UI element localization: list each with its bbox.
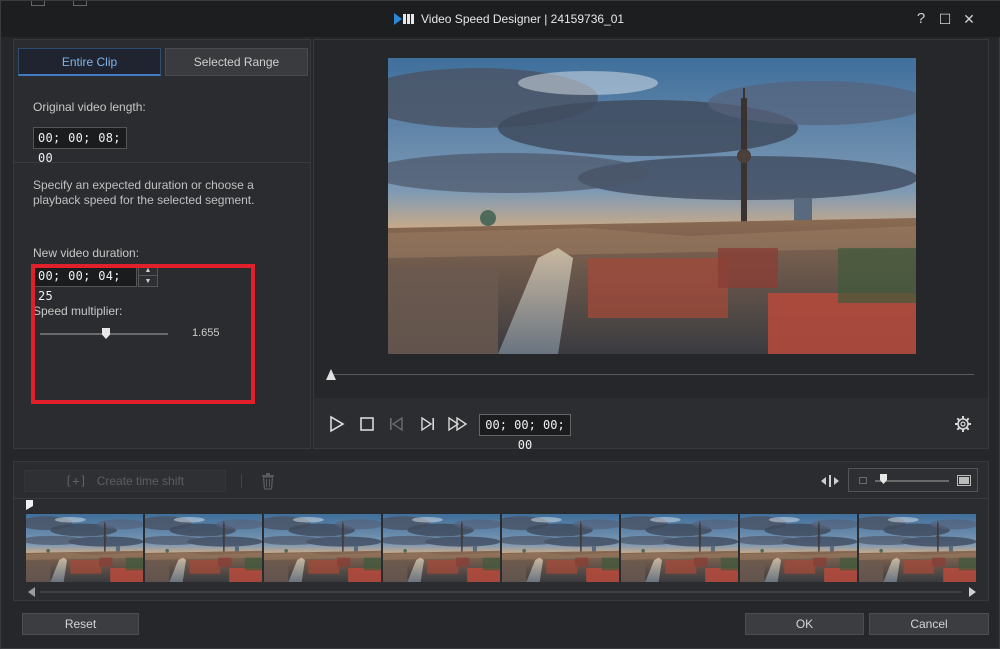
spin-down-button[interactable]: ▼ — [139, 276, 157, 286]
filmstrip-frame — [502, 514, 619, 582]
cancel-button[interactable]: Cancel — [869, 613, 989, 635]
fast-forward-icon[interactable] — [447, 415, 469, 433]
video-preview — [388, 58, 916, 354]
clip-filmstrip[interactable] — [26, 514, 976, 582]
close-button[interactable]: ✕ — [961, 11, 977, 27]
spin-up-button[interactable]: ▲ — [139, 266, 157, 276]
zoom-in-icon[interactable] — [957, 475, 971, 486]
timeline-zoom-control — [848, 468, 978, 492]
video-speed-logo-icon — [394, 13, 414, 25]
zoom-slider-thumb[interactable] — [880, 474, 887, 484]
preview-seek-bar[interactable] — [330, 374, 974, 375]
preview-timecode: 00; 00; 00; 00 — [479, 414, 571, 452]
timeline-horizontal-scrollbar[interactable] — [26, 586, 978, 598]
speed-multiplier-slider-thumb[interactable] — [102, 328, 110, 339]
create-time-shift-label: Create time shift — [96, 474, 185, 488]
duration-spinner: ▲ ▼ — [138, 265, 158, 287]
scroll-left-arrow[interactable] — [28, 587, 35, 597]
tab-selected-range[interactable]: Selected Range — [165, 48, 308, 76]
speed-multiplier-label: Speed multiplier: — [33, 304, 123, 318]
scrollbar-track[interactable] — [40, 591, 962, 593]
timeline-playhead[interactable] — [26, 500, 33, 510]
help-button[interactable]: ? — [913, 11, 929, 27]
add-time-shift-icon: [+] — [65, 474, 87, 488]
new-duration-input[interactable]: 00; 00; 04; 25 — [33, 265, 137, 303]
stop-icon[interactable] — [358, 415, 376, 433]
speed-settings-panel: Entire Clip Selected Range Original vide… — [13, 39, 311, 449]
filmstrip-frame — [145, 514, 262, 582]
window-title-group: Video Speed Designer | 24159736_01 — [393, 10, 624, 28]
next-frame-icon[interactable] — [418, 415, 436, 433]
zoom-out-icon[interactable] — [859, 477, 867, 484]
panel-divider — [14, 162, 310, 163]
create-time-shift-button[interactable]: [+] Create time shift — [24, 470, 226, 492]
trash-icon[interactable] — [260, 472, 276, 490]
toolbar-separator — [241, 474, 242, 488]
original-length-field: 00; 00; 08; 00 — [33, 127, 127, 165]
filmstrip-frame — [621, 514, 738, 582]
preview-panel: 00; 00; 00; 00 — [313, 39, 989, 452]
title-bar-edge-glyphs — [31, 1, 111, 7]
ok-button[interactable]: OK — [745, 613, 864, 635]
previous-frame-icon[interactable] — [388, 415, 406, 433]
filmstrip-frame — [859, 514, 976, 582]
filmstrip-frame — [26, 514, 143, 582]
new-duration-label: New video duration: — [33, 246, 140, 260]
tab-entire-clip[interactable]: Entire Clip — [18, 48, 161, 76]
video-speed-designer-window: Video Speed Designer | 24159736_01 ? ☐ ✕… — [0, 0, 1000, 649]
title-bar: Video Speed Designer | 24159736_01 ? ☐ ✕ — [1, 1, 1000, 37]
filmstrip-frame — [383, 514, 500, 582]
timeline-panel: [+] Create time shift — [13, 461, 989, 601]
duration-description: Specify an expected duration or choose a… — [33, 178, 255, 207]
fit-timeline-icon[interactable] — [820, 474, 840, 488]
settings-gear-icon[interactable] — [954, 415, 972, 433]
mode-tabs: Entire Clip Selected Range — [18, 48, 308, 78]
maximize-button[interactable]: ☐ — [937, 11, 953, 27]
play-icon[interactable] — [328, 415, 346, 433]
filmstrip-frame — [264, 514, 381, 582]
speed-multiplier-value: 1.655 — [192, 327, 220, 339]
original-length-label: Original video length: — [33, 100, 146, 114]
reset-button[interactable]: Reset — [22, 613, 139, 635]
playback-controls — [314, 398, 988, 448]
timeline-ruler — [14, 498, 988, 499]
window-title: Video Speed Designer | 24159736_01 — [421, 12, 625, 26]
filmstrip-frame — [740, 514, 857, 582]
scroll-right-arrow[interactable] — [969, 587, 976, 597]
